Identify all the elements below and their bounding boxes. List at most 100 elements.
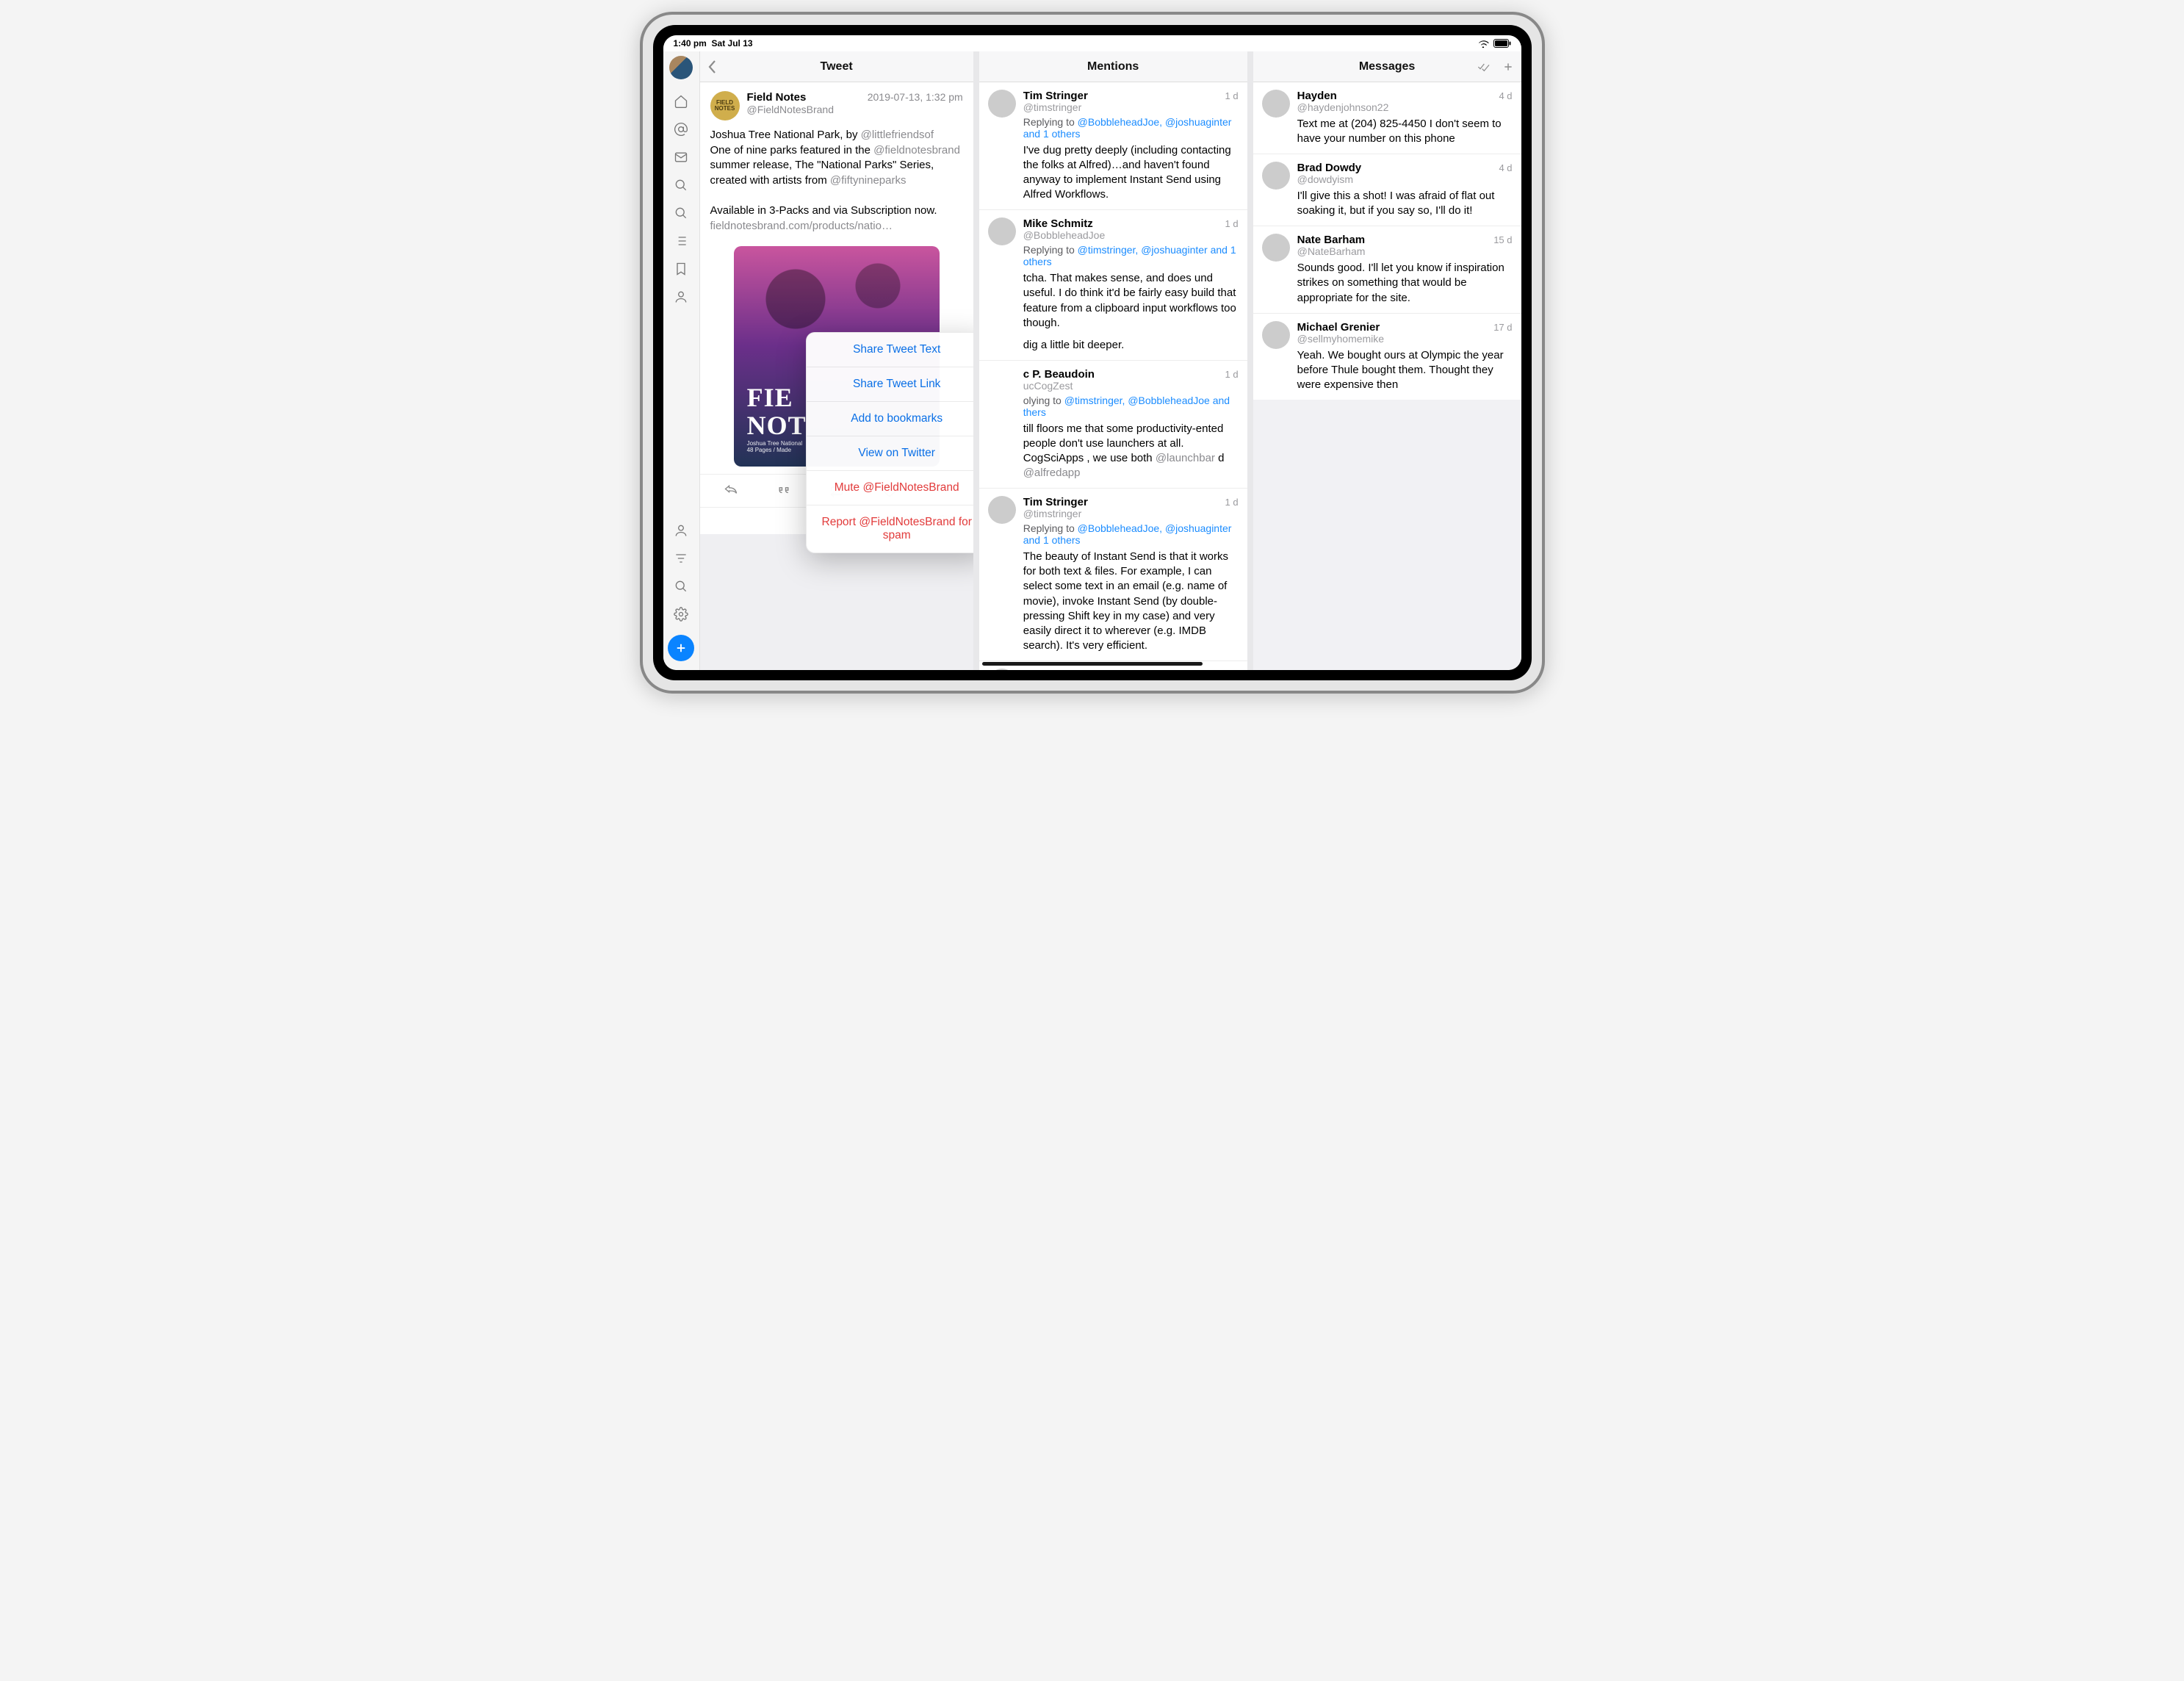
mention-item[interactable]: Tim Stringer1 d @timstringer Replying to… [979,82,1247,210]
user-handle: ucCogZest [1023,380,1239,392]
tweet-author-handle: @FieldNotesBrand [747,104,868,115]
image-subtitle: Joshua Tree National 48 Pages / Made [747,440,807,453]
compose-button[interactable] [668,635,694,661]
user-name: Brad Dowdy [1297,162,1362,174]
mentions-scroll[interactable]: Tim Stringer 1 d @timstringer Replying to… [979,82,1247,670]
search-icon[interactable] [669,173,693,197]
battery-icon [1493,39,1511,48]
status-date: Sat Jul 13 [712,38,753,48]
message-item[interactable]: Nate Barham 15 d @NateBarham Sounds good.… [1253,226,1521,313]
age: 15 d [1493,234,1512,245]
mute-user-button[interactable]: Mute @FieldNotesBrand [807,471,973,505]
user-name: Tim Stringer [1023,90,1088,102]
new-message-icon[interactable] [1502,61,1514,73]
share-tweet-text-button[interactable]: Share Tweet Text [807,333,973,367]
mention[interactable]: @littlefriendsof [861,129,934,141]
mention-item[interactable]: Tim Stringer1 d @timstringer Replying to… [979,489,1247,661]
tweet-pane-title: Tweet [821,60,853,73]
sidebar [663,51,700,670]
saved-search-icon[interactable] [669,201,693,225]
back-button[interactable] [707,60,718,74]
ipad-bezel: 1:40 pm Sat Jul 13 [653,25,1532,680]
user-avatar[interactable] [1262,162,1290,190]
message-item[interactable]: Michael Grenier17 d @sellmyhomemike Yeah… [1253,314,1521,400]
tweet-author-avatar[interactable]: FIELDNOTES [710,91,740,120]
reply-line: olying to @timstringer, @BobbleheadJoe a… [1023,395,1239,418]
mark-read-icon[interactable] [1476,61,1491,73]
user-name: Tim Stringer [1023,496,1088,508]
account-avatar[interactable] [669,56,693,79]
mentions-pane-title: Mentions [1087,60,1139,73]
bookmarks-icon[interactable] [669,257,693,281]
mention-item[interactable]: c P. Beaudoin1 d ucCogZest olying to @ti… [979,361,1247,489]
lists-icon[interactable] [669,229,693,253]
tweet-timestamp: 2019-07-13, 1:32 pm [868,91,963,120]
accounts-icon[interactable] [669,519,693,542]
columns-container: Tweet FIELDNOTES Field Notes @FieldNotes… [663,51,1521,670]
settings-icon[interactable] [669,602,693,626]
message-item[interactable]: Brad Dowdy4 d @dowdyism I'll give this a… [1253,154,1521,226]
user-handle: @NateBarham [1297,245,1513,257]
user-avatar[interactable] [988,90,1016,118]
mention-item[interactable]: Mike Schmitz1 d @BobbleheadJoe Replying … [979,210,1247,360]
message-body: Yeah. We bought ours at Olympic the year… [1297,348,1513,392]
mention[interactable]: @launchbar [1156,452,1215,464]
user-name: Mike Schmitz [1023,217,1093,230]
mentions-icon[interactable] [669,118,693,141]
tweet-link[interactable]: fieldnotesbrand.com/products/natio… [710,220,893,232]
reply-line: Replying to @timstringer, @joshuaginter … [1023,244,1239,267]
age: 1 d [1225,218,1239,229]
reply-line: Replying to @BobbleheadJoe, @joshuaginte… [1023,522,1239,546]
user-handle: @haydenjohnson22 [1297,101,1513,113]
tweet-author[interactable]: Field Notes @FieldNotesBrand [747,91,868,120]
user-handle: @timstringer [1023,508,1239,519]
mention-body: tcha. That makes sense, and does und use… [1023,271,1239,330]
status-left: 1:40 pm Sat Jul 13 [674,38,753,48]
user-avatar[interactable] [988,669,1016,670]
report-spam-button[interactable]: Report @FieldNotesBrand for spam [807,505,973,552]
user-avatar[interactable] [1262,234,1290,262]
user-name: Hayden [1297,90,1337,102]
screen: 1:40 pm Sat Jul 13 [663,35,1521,670]
ipad-device-frame: 1:40 pm Sat Jul 13 [640,12,1545,694]
user-name: Nate Barham [1297,234,1366,246]
tweet-body[interactable]: Joshua Tree National Park, by @littlefri… [700,125,973,242]
mention-body: I've dug pretty deeply (including contac… [1023,143,1239,202]
messages-pane-title: Messages [1359,60,1416,73]
tweet-author-name: Field Notes [747,91,868,104]
user-handle: @dowdyism [1297,173,1513,185]
messages-pane: Messages Hayden4 d @haydenjohnson22 Text… [1253,51,1521,670]
sidebar-bottom [668,519,694,661]
view-on-twitter-button[interactable]: View on Twitter [807,436,973,471]
add-to-bookmarks-button[interactable]: Add to bookmarks [807,402,973,436]
home-indicator[interactable] [982,662,1203,666]
tweet-pane-header: Tweet [700,51,973,82]
mention-body: till floors me that some productivity-en… [1023,422,1239,480]
user-avatar[interactable] [1262,321,1290,349]
mention[interactable]: @fieldnotesbrand [873,144,960,156]
status-bar: 1:40 pm Sat Jul 13 [663,35,1521,51]
user-avatar[interactable] [1262,90,1290,118]
reply-icon[interactable] [723,483,739,498]
messages-icon[interactable] [669,145,693,169]
user-avatar[interactable] [988,217,1016,245]
image-title: FIE NOT [747,384,807,440]
tweet-text: Joshua Tree National Park, by [710,129,861,141]
home-icon[interactable] [669,90,693,113]
message-body: Sounds good. I'll let you know if inspir… [1297,261,1513,305]
tweet-text: One of nine parks featured in the [710,144,874,156]
message-item[interactable]: Hayden4 d @haydenjohnson22 Text me at (2… [1253,82,1521,154]
filter-icon[interactable] [669,547,693,570]
search-bottom-icon[interactable] [669,575,693,598]
user-name: Mike Schmitz [1023,669,1093,670]
quote-icon[interactable] [776,483,792,498]
profile-icon[interactable] [669,285,693,309]
mention-body: dig a little bit deeper. [1023,338,1239,353]
messages-scroll[interactable]: Hayden4 d @haydenjohnson22 Text me at (2… [1253,82,1521,670]
user-avatar[interactable] [988,496,1016,524]
mention[interactable]: @fiftynineparks [830,174,907,187]
share-tweet-link-button[interactable]: Share Tweet Link [807,367,973,402]
user-name: Michael Grenier [1297,321,1380,334]
mention[interactable]: @alfredapp [1023,467,1081,479]
tweet-scroll[interactable]: FIELDNOTES Field Notes @FieldNotesBrand … [700,82,973,670]
